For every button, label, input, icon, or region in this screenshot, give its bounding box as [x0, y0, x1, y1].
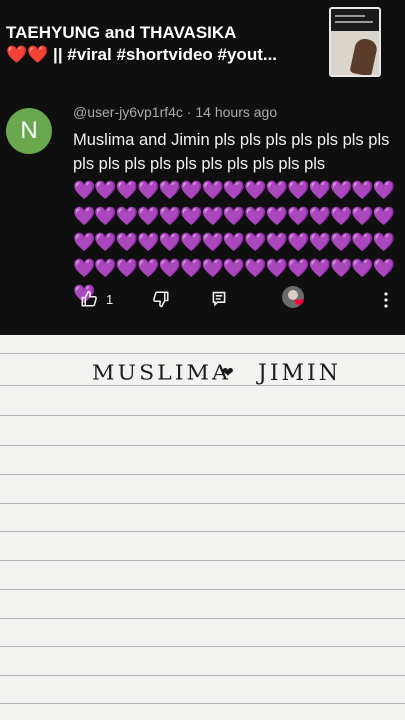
- meta-separator: ·: [182, 104, 196, 120]
- dislike-button[interactable]: [152, 290, 170, 308]
- creator-heart[interactable]: ❤: [282, 286, 304, 310]
- more-vert-icon: [384, 292, 388, 308]
- handwritten-heart-icon: ❤: [222, 365, 234, 381]
- more-options-button[interactable]: [383, 292, 389, 308]
- video-thumbnail[interactable]: [329, 7, 381, 77]
- comment-author[interactable]: @user-jy6vp1rf4c: [73, 104, 183, 120]
- paper-rule: [0, 618, 405, 619]
- video-title-line-2: ❤️❤️ || #viral #shortvideo #yout...: [6, 45, 278, 64]
- thumbnail-line: [335, 15, 365, 17]
- video-title-line-1: TAEHYUNG and THAVASIKA: [6, 23, 237, 42]
- comment-meta: @user-jy6vp1rf4c · 14 hours ago: [73, 104, 277, 120]
- like-button[interactable]: 1: [80, 290, 113, 308]
- paper-rule: [0, 445, 405, 446]
- video-title[interactable]: TAEHYUNG and THAVASIKA ❤️❤️ || #viral #s…: [6, 22, 316, 66]
- comment-time: 14 hours ago: [195, 104, 278, 120]
- paper-rule: [0, 560, 405, 561]
- handwritten-name-1: MUSLIMA: [92, 361, 231, 386]
- avatar[interactable]: N: [6, 108, 52, 154]
- paper-rule: [0, 646, 405, 647]
- comment-panel: TAEHYUNG and THAVASIKA ❤️❤️ || #viral #s…: [0, 0, 405, 335]
- like-count: 1: [106, 291, 114, 307]
- handwritten-name-2: JIMIN: [258, 361, 341, 386]
- comment-body: Muslima and Jimin pls pls pls pls pls pl…: [73, 128, 395, 307]
- paper-rule: [0, 353, 405, 354]
- comment-actions: 1 ❤: [0, 286, 405, 316]
- reply-button[interactable]: [211, 290, 227, 308]
- thumbs-down-icon: [153, 291, 169, 308]
- paper-rule: [0, 474, 405, 475]
- paper-rule: [0, 415, 405, 416]
- paper-rule: [0, 589, 405, 590]
- thumbs-up-icon: [81, 290, 97, 307]
- thumbnail-screen: [331, 9, 379, 31]
- thumbnail-line: [335, 21, 373, 23]
- reply-icon: [212, 291, 226, 307]
- paper-rule: [0, 503, 405, 504]
- paper-rule: [0, 531, 405, 532]
- creator-heart-icon: ❤: [294, 296, 305, 310]
- paper-rule: [0, 703, 405, 704]
- comment-text: Muslima and Jimin pls pls pls pls pls pl…: [73, 131, 390, 173]
- video-frame-paper[interactable]: MUSLIMA ❤ JIMIN: [0, 335, 405, 720]
- paper-rule: [0, 675, 405, 676]
